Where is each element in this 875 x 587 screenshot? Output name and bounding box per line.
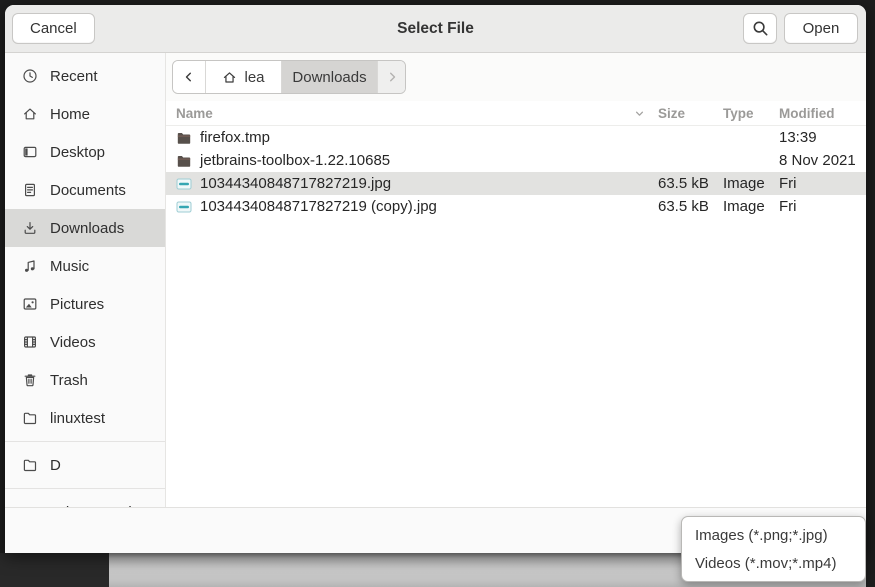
sidebar-item-home[interactable]: Home <box>5 95 165 133</box>
other-locations-icon <box>22 504 38 507</box>
download-arrow-icon <box>22 220 38 236</box>
sidebar-item-label: Trash <box>50 372 88 389</box>
file-chooser-dialog: Cancel Select File Open Recent <box>5 5 866 553</box>
path-forward-button[interactable] <box>378 61 405 93</box>
file-row[interactable]: 10344340848717827219 (copy).jpg 63.5 kB … <box>166 195 866 218</box>
sidebar-item-label: Documents <box>50 182 126 199</box>
file-size: 63.5 kB <box>658 198 723 215</box>
path-back-button[interactable] <box>173 61 206 93</box>
file-row[interactable]: firefox.tmp 13:39 <box>166 126 866 149</box>
sidebar-item-label: Recent <box>50 68 98 85</box>
sidebar-item-desktop[interactable]: Desktop <box>5 133 165 171</box>
dialog-title: Select File <box>5 20 866 38</box>
sidebar-item-videos[interactable]: Videos <box>5 323 165 361</box>
sidebar-item-music[interactable]: Music <box>5 247 165 285</box>
sidebar-item-label: D <box>50 457 61 474</box>
search-button[interactable] <box>743 13 777 44</box>
list-column-headers: Name Size Type Modified <box>166 101 866 126</box>
sidebar-separator <box>5 488 165 489</box>
headerbar: Cancel Select File Open <box>5 5 866 53</box>
home-icon <box>222 70 237 85</box>
sidebar-item-other-locations[interactable]: Other Locations <box>5 493 165 507</box>
folder-icon <box>22 457 38 473</box>
dialog-body: Recent Home Desktop <box>5 53 866 507</box>
file-name: jetbrains-toolbox-1.22.10685 <box>200 152 390 169</box>
column-header-name[interactable]: Name <box>166 106 658 121</box>
column-header-modified[interactable]: Modified <box>779 106 866 121</box>
sidebar-item-label: linuxtest <box>50 410 105 427</box>
file-filter-popup: Images (*.png;*.jpg) Videos (*.mov;*.mp4… <box>681 516 866 582</box>
sidebar-item-label: Desktop <box>50 144 105 161</box>
folder-icon <box>22 410 38 426</box>
column-header-size[interactable]: Size <box>658 106 723 121</box>
filter-option-videos[interactable]: Videos (*.mov;*.mp4) <box>682 549 865 577</box>
open-button[interactable]: Open <box>784 13 858 44</box>
file-modified: 8 Nov 2021 <box>779 152 866 169</box>
sidebar-item-documents[interactable]: Documents <box>5 171 165 209</box>
sidebar-item-recent[interactable]: Recent <box>5 57 165 95</box>
sidebar-item-d-bookmark[interactable]: D <box>5 446 165 484</box>
file-name: firefox.tmp <box>200 129 270 146</box>
image-file-icon <box>176 199 192 215</box>
sidebar-separator <box>5 441 165 442</box>
column-header-type[interactable]: Type <box>723 106 779 121</box>
sidebar-item-label: Music <box>50 258 89 275</box>
pathbar-toolbar: lea Downloads <box>166 53 866 101</box>
file-name: 10344340848717827219.jpg <box>200 175 391 192</box>
file-row-selected[interactable]: 10344340848717827219.jpg 63.5 kB Image F… <box>166 172 866 195</box>
chevron-right-icon <box>384 69 400 85</box>
filter-option-images[interactable]: Images (*.png;*.jpg) <box>682 521 865 549</box>
sort-chevron-down-icon <box>633 107 646 120</box>
file-row[interactable]: jetbrains-toolbox-1.22.10685 8 Nov 2021 <box>166 149 866 172</box>
sidebar-item-label: Pictures <box>50 296 104 313</box>
image-file-icon <box>176 176 192 192</box>
sidebar-item-downloads[interactable]: Downloads <box>5 209 165 247</box>
sidebar-item-label: Videos <box>50 334 96 351</box>
search-icon <box>752 20 769 37</box>
background-window-dark <box>0 553 109 587</box>
home-icon <box>22 106 38 122</box>
cancel-button[interactable]: Cancel <box>12 13 95 44</box>
file-type: Image <box>723 198 779 215</box>
sidebar-item-label: Downloads <box>50 220 124 237</box>
sidebar-item-label: Other Locations <box>50 504 156 508</box>
sidebar-item-linuxtest[interactable]: linuxtest <box>5 399 165 437</box>
file-browser-pane: lea Downloads Name <box>166 53 866 507</box>
music-note-icon <box>22 258 38 274</box>
sidebar-item-pictures[interactable]: Pictures <box>5 285 165 323</box>
path-current-button[interactable]: Downloads <box>282 61 378 93</box>
file-modified: 13:39 <box>779 129 866 146</box>
picture-icon <box>22 296 38 312</box>
file-list: firefox.tmp 13:39 jetbrai <box>166 126 866 507</box>
document-icon <box>22 182 38 198</box>
folder-icon <box>176 153 192 169</box>
file-modified: Fri <box>779 175 866 192</box>
recent-clock-icon <box>22 68 38 84</box>
path-home-label: lea <box>244 69 264 86</box>
sidebar-item-trash[interactable]: Trash <box>5 361 165 399</box>
trash-icon <box>22 372 38 388</box>
places-sidebar: Recent Home Desktop <box>5 53 166 507</box>
sidebar-item-label: Home <box>50 106 90 123</box>
file-name: 10344340848717827219 (copy).jpg <box>200 198 437 215</box>
film-icon <box>22 334 38 350</box>
file-size: 63.5 kB <box>658 175 723 192</box>
file-modified: Fri <box>779 198 866 215</box>
desktop-icon <box>22 144 38 160</box>
chevron-left-icon <box>181 69 197 85</box>
file-type: Image <box>723 175 779 192</box>
path-home-button[interactable]: lea <box>206 61 282 93</box>
pathbar: lea Downloads <box>172 60 406 94</box>
folder-icon <box>176 130 192 146</box>
